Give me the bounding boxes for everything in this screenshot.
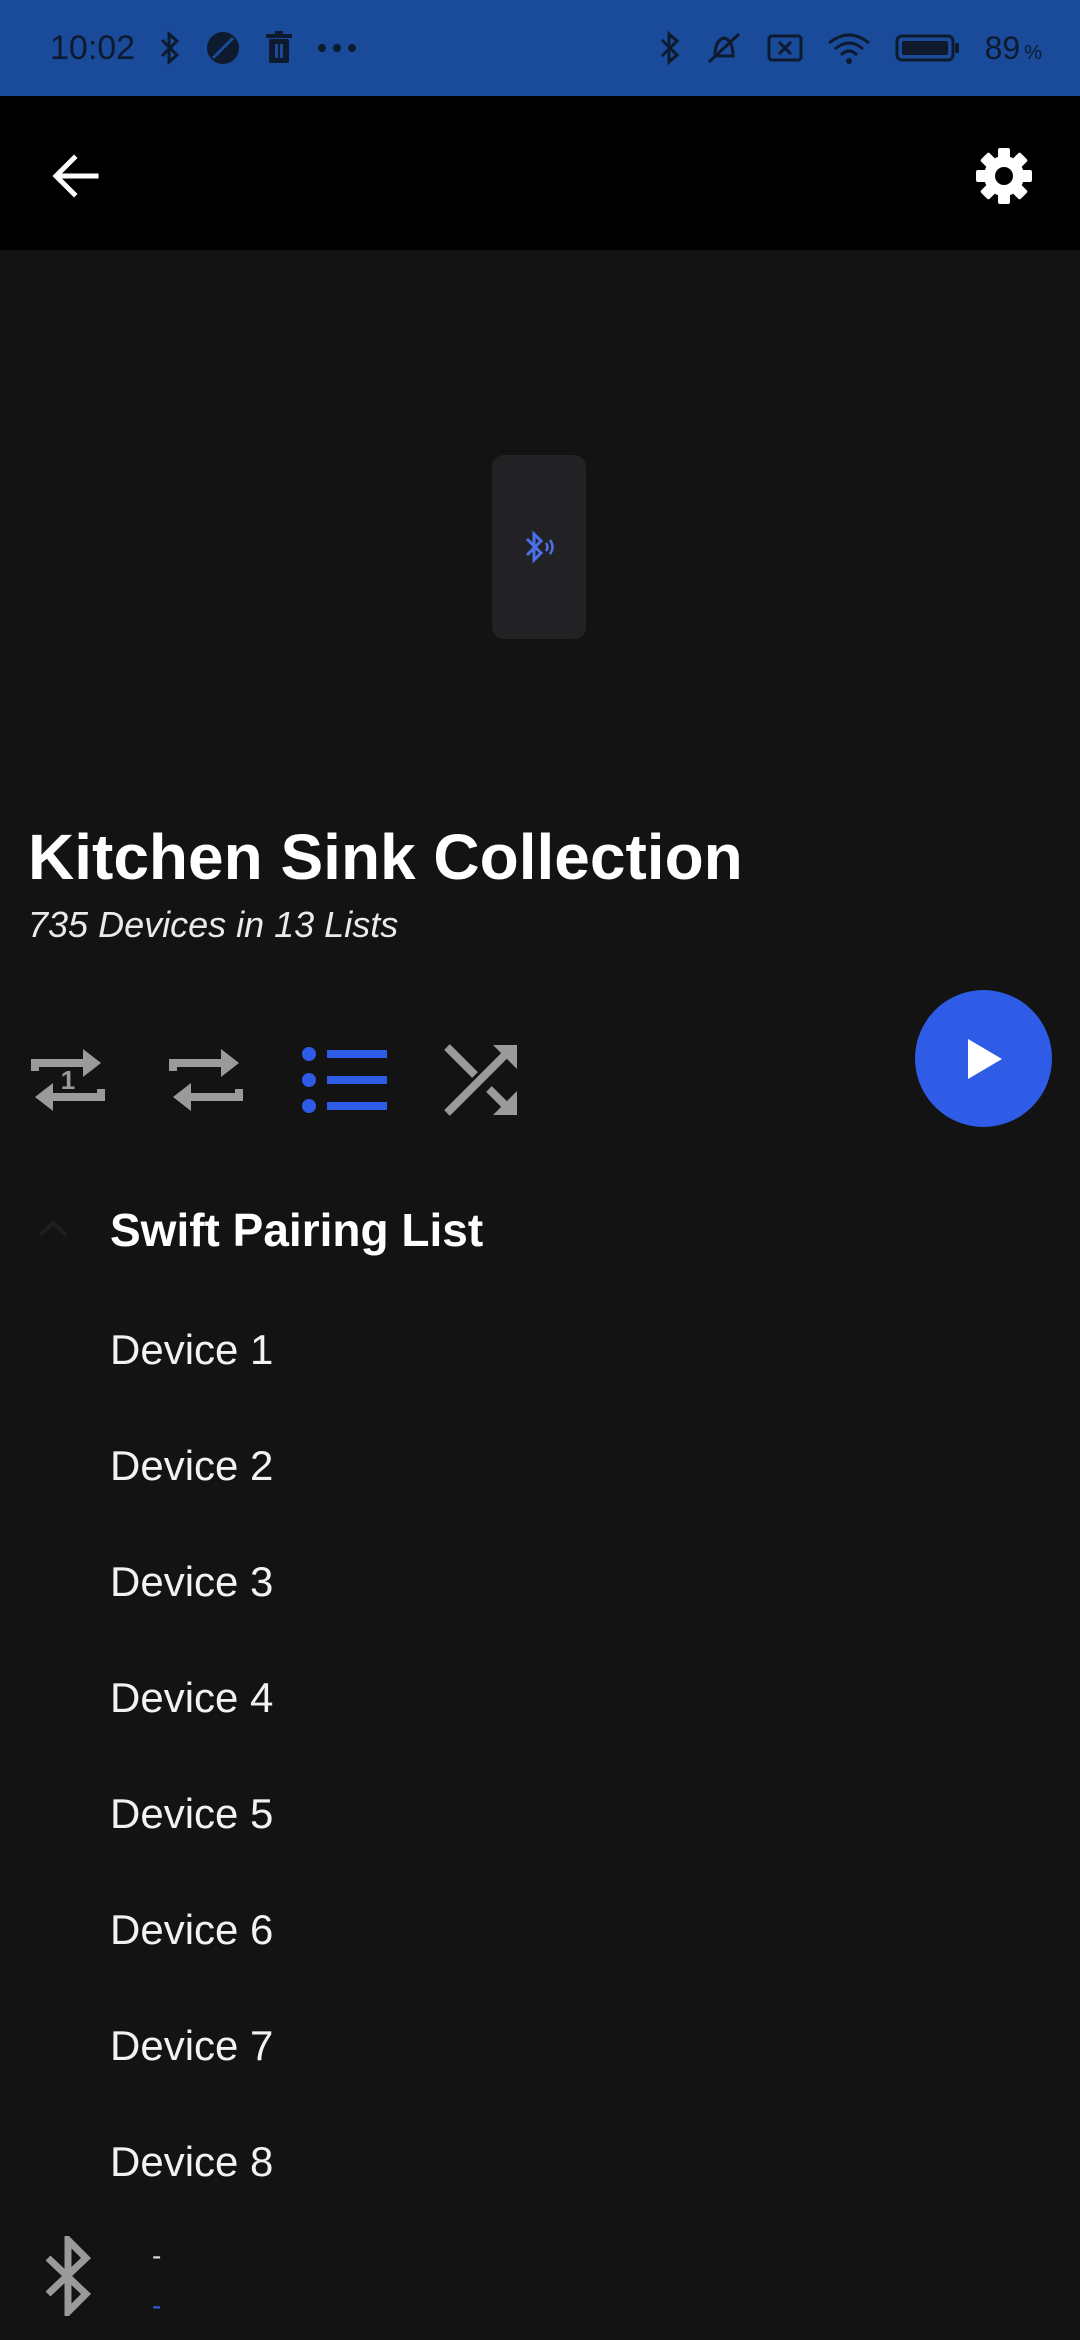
shuffle-button[interactable] — [432, 1030, 532, 1130]
bluetooth-connected-icon — [659, 31, 681, 65]
play-button[interactable] — [915, 990, 1052, 1127]
status-time: 10:02 — [50, 28, 136, 67]
repeat-button[interactable] — [156, 1030, 256, 1130]
list-item[interactable]: Device 5 — [0, 1759, 1080, 1875]
bluetooth-status-icon — [159, 31, 181, 65]
vibrate-off-icon — [705, 30, 743, 66]
list-item[interactable]: Device 3 — [0, 1527, 1080, 1643]
collection-title: Kitchen Sink Collection — [28, 821, 743, 893]
repeat-one-icon: 1 — [31, 1049, 105, 1111]
list-item[interactable]: Device 4 — [0, 1643, 1080, 1759]
list-item[interactable]: Device 7 — [0, 1991, 1080, 2107]
shuffle-icon — [444, 1044, 517, 1116]
more-notifications-icon — [317, 43, 357, 53]
battery-percent: 89% — [984, 29, 1042, 66]
status-bar-right: 89% — [659, 30, 1042, 67]
wifi-icon — [827, 31, 871, 65]
trash-notification-icon — [265, 31, 293, 65]
arrow-left-icon — [52, 154, 99, 198]
collection-subtitle: 735 Devices in 13 Lists — [28, 904, 399, 945]
app-bar — [0, 96, 1080, 250]
repeat-icon — [169, 1049, 243, 1111]
now-playing-bar[interactable]: - - — [0, 2220, 1080, 2340]
battery-icon — [895, 33, 961, 63]
chevron-up-icon[interactable] — [30, 1205, 76, 1251]
list-item[interactable]: Device 2 — [0, 1411, 1080, 1527]
list-item[interactable]: Device 1 — [0, 1295, 1080, 1411]
list-icon — [302, 1047, 387, 1113]
svg-text:1: 1 — [61, 1065, 75, 1095]
status-bar: 10:02 89% — [0, 0, 1080, 96]
status-bar-left: 10:02 — [50, 29, 357, 68]
bluetooth-audio-icon — [525, 530, 554, 564]
play-icon — [967, 1038, 1002, 1079]
list-mode-button[interactable] — [294, 1030, 394, 1130]
list-item[interactable]: Device 6 — [0, 1875, 1080, 1991]
bluetooth-icon — [45, 2236, 92, 2316]
list-item[interactable]: Device 8 — [0, 2107, 1080, 2223]
back-button[interactable] — [36, 136, 116, 216]
list-header[interactable]: Swift Pairing List — [0, 1195, 1080, 1265]
now-playing-title: - — [152, 2240, 162, 2271]
now-playing-subtitle: - — [152, 2290, 162, 2321]
repeat-one-button[interactable]: 1 — [18, 1030, 118, 1130]
app-notification-icon — [205, 30, 241, 66]
settings-button[interactable] — [964, 136, 1044, 216]
list-title: Swift Pairing List — [110, 1204, 484, 1256]
device-list: Device 1 Device 2 Device 3 Device 4 Devi… — [0, 1295, 1080, 2223]
device-artwork — [492, 455, 586, 639]
no-sim-icon — [767, 33, 803, 63]
gear-icon — [976, 148, 1032, 204]
